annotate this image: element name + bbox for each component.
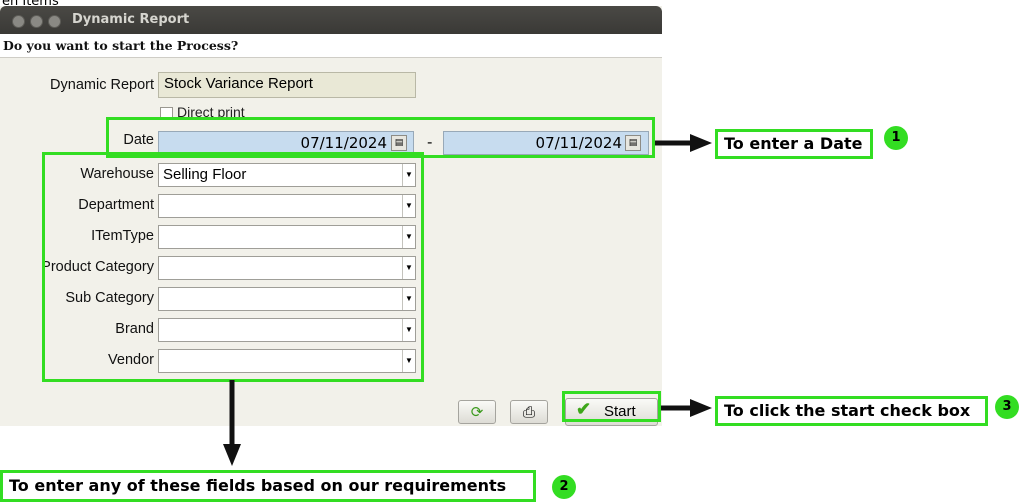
badge-1: 1: [884, 126, 908, 150]
callout-date: To enter a Date: [715, 129, 873, 159]
arrow-2-head: [223, 444, 241, 466]
annotation-arrows: [223, 134, 712, 466]
callout-start: To click the start check box: [715, 396, 988, 426]
arrow-3-head: [690, 399, 712, 417]
badge-2: 2: [552, 475, 576, 499]
callout-fields: To enter any of these fields based on ou…: [0, 470, 536, 502]
arrow-1-head: [690, 134, 712, 152]
badge-3: 3: [995, 395, 1019, 419]
